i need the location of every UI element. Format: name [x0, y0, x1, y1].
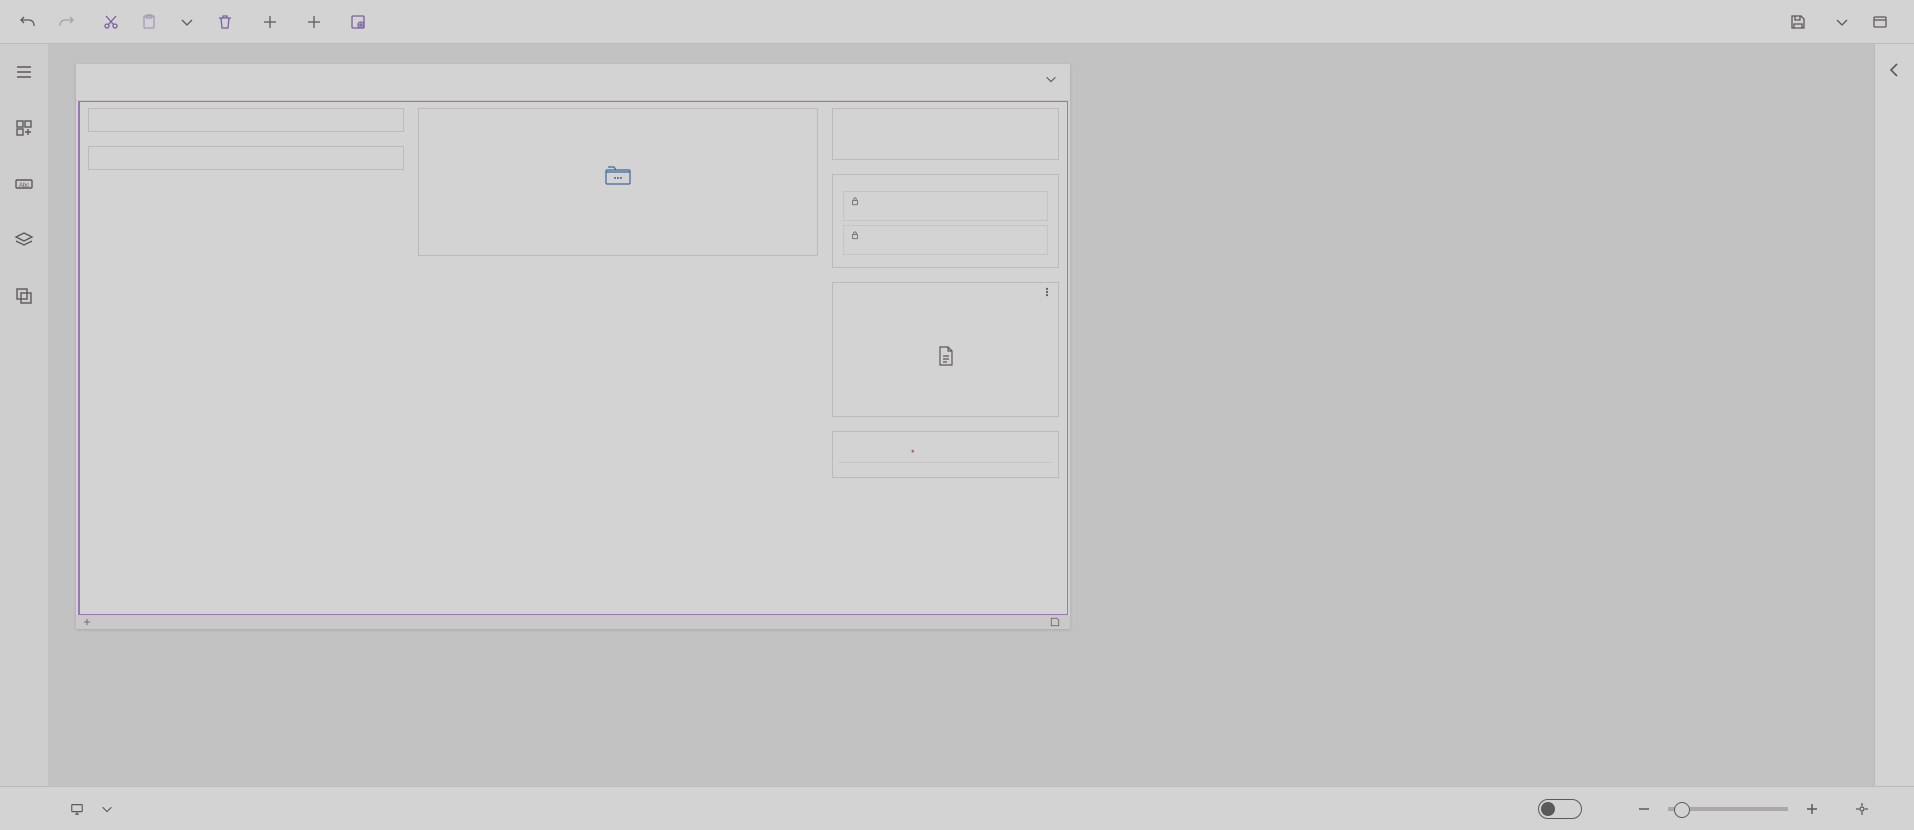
form-tabs [76, 90, 1070, 101]
section-address[interactable] [88, 146, 404, 170]
chevron-down-icon [1834, 14, 1850, 30]
rail-fields[interactable]: Abc [8, 168, 40, 200]
form-header[interactable] [76, 64, 1070, 90]
document-icon [937, 346, 955, 366]
command-bar [0, 0, 1914, 44]
folder-icon [604, 164, 632, 188]
section-account-information[interactable] [88, 108, 404, 132]
business-phone-field[interactable] [843, 225, 1048, 255]
canvas[interactable]: * [48, 44, 1874, 786]
form-settings-icon [350, 14, 366, 30]
chevron-down-icon[interactable] [1044, 72, 1058, 86]
plus-icon [262, 14, 278, 30]
lock-icon [850, 230, 860, 240]
add-component-button[interactable] [298, 6, 336, 38]
switch-to-classic-button[interactable] [386, 6, 402, 38]
status-bar [0, 786, 1914, 830]
required-indicator: * [907, 448, 919, 458]
stacked-icon [14, 286, 34, 306]
section-title [95, 153, 397, 161]
chevron-down-icon [179, 14, 195, 30]
form-settings-button[interactable] [342, 6, 380, 38]
publish-icon [1872, 14, 1888, 30]
paste-button[interactable] [133, 6, 165, 38]
more-vertical-icon[interactable] [1042, 287, 1052, 297]
abc-icon: Abc [14, 174, 34, 194]
zoom-slider[interactable] [1668, 807, 1788, 811]
right-rail [1874, 44, 1914, 786]
add-form-field-button[interactable] [254, 6, 292, 38]
zoom-out-button[interactable] [1634, 799, 1654, 819]
form-preview[interactable]: * [76, 64, 1070, 629]
redo-icon [58, 14, 74, 30]
primary-contact-value [839, 183, 1052, 187]
new-section-title [839, 436, 1052, 444]
timeline-section[interactable] [418, 108, 818, 256]
trash-icon [217, 14, 233, 30]
svg-text:Abc: Abc [19, 183, 29, 189]
delete-button[interactable] [209, 6, 241, 38]
undo-icon [20, 14, 36, 30]
layers-icon [14, 230, 34, 250]
section-title [95, 115, 397, 123]
grid-plus-icon [14, 118, 34, 138]
publish-button[interactable] [1864, 6, 1902, 38]
plus-icon [1804, 801, 1820, 817]
expand-properties-button[interactable] [1885, 60, 1905, 83]
save-button[interactable] [1782, 6, 1820, 38]
save-icon[interactable] [1050, 617, 1060, 627]
chevron-left-icon [1885, 60, 1905, 80]
paste-menu-button[interactable] [171, 6, 203, 38]
minus-icon [1636, 801, 1652, 817]
field-row[interactable]: * [839, 444, 1052, 463]
rail-libraries[interactable] [8, 280, 40, 312]
primary-contact-card[interactable] [832, 174, 1059, 268]
zoom-in-button[interactable] [1802, 799, 1822, 819]
form-body[interactable]: * [78, 101, 1068, 615]
monitor-icon [70, 802, 84, 816]
rail-tree[interactable] [8, 224, 40, 256]
plus-icon [306, 14, 322, 30]
expand-icon[interactable] [82, 617, 92, 627]
clipboard-icon [141, 14, 157, 30]
scissors-icon [103, 14, 119, 30]
left-rail: Abc [0, 44, 48, 786]
email-field[interactable] [843, 191, 1048, 221]
undo-button[interactable] [12, 6, 44, 38]
new-section[interactable]: * [832, 431, 1059, 478]
fit-to-screen-button[interactable] [1850, 797, 1874, 821]
hamburger-icon [14, 62, 34, 82]
fit-icon [1854, 801, 1870, 817]
rail-components[interactable] [8, 112, 40, 144]
rail-hamburger[interactable] [8, 56, 40, 88]
save-icon [1790, 14, 1806, 30]
form-footer [76, 615, 1070, 629]
chevron-down-icon[interactable] [100, 802, 114, 816]
redo-button[interactable] [50, 6, 82, 38]
lock-icon [850, 196, 860, 206]
error-card[interactable] [832, 108, 1059, 160]
cut-button[interactable] [95, 6, 127, 38]
show-hidden-toggle[interactable] [1538, 799, 1582, 819]
contacts-section[interactable] [832, 282, 1059, 417]
save-menu-button[interactable] [1826, 6, 1858, 38]
